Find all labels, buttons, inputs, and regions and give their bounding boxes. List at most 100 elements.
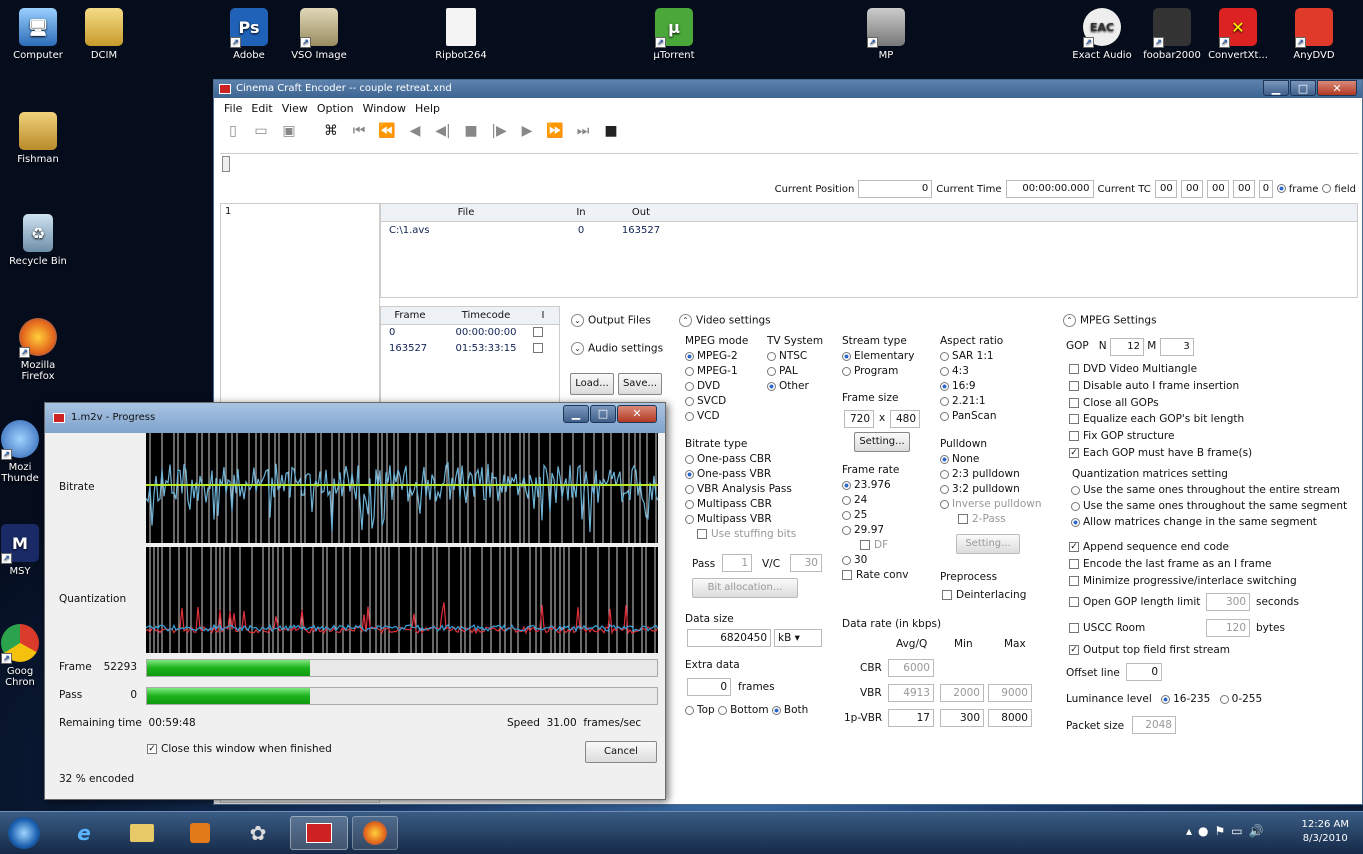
cce-titlebar[interactable]: Cinema Craft Encoder -- couple retreat.x…: [214, 80, 1362, 98]
timeline-slider[interactable]: [220, 153, 1358, 173]
minimize-button[interactable]: ▁: [563, 405, 589, 423]
onep-max-field[interactable]: 8000: [988, 709, 1032, 727]
pulldown-setting-button[interactable]: Setting...: [956, 534, 1020, 554]
clock[interactable]: 12:26 AM 8/3/2010: [1302, 818, 1349, 846]
vbr-min-field[interactable]: 2000: [940, 684, 984, 702]
menu-option[interactable]: Option: [317, 102, 354, 115]
gop-n-field[interactable]: 12: [1109, 338, 1144, 356]
frame-width-field[interactable]: 720: [844, 410, 874, 428]
menu-edit[interactable]: Edit: [251, 102, 272, 115]
go-start-icon[interactable]: ⏮: [348, 120, 370, 142]
cbr-avg-field[interactable]: 6000: [888, 659, 934, 677]
uscc-room-field[interactable]: 120: [1206, 619, 1250, 637]
table-row[interactable]: 163527 01:53:33:15: [381, 341, 559, 357]
action-center-flag-icon[interactable]: ⚑: [1215, 824, 1232, 838]
luminance-0-255-radio[interactable]: 0-255: [1214, 693, 1262, 705]
gop-m-field[interactable]: 3: [1159, 338, 1194, 356]
show-hidden-icons-icon[interactable]: ▴: [1186, 824, 1198, 838]
video-settings-toggle[interactable]: ⌃ Video settings: [679, 314, 771, 327]
desktop-icon-utorrent[interactable]: µ ↗ µTorrent: [636, 8, 712, 61]
col-in[interactable]: In: [551, 204, 611, 221]
open-folder-icon[interactable]: ▭: [250, 120, 272, 142]
maximize-button[interactable]: □: [590, 405, 616, 423]
menu-window[interactable]: Window: [363, 102, 406, 115]
tc-hours[interactable]: 00: [1154, 180, 1177, 198]
close-button[interactable]: ✕: [1317, 80, 1357, 96]
col-out[interactable]: Out: [611, 204, 671, 221]
volume-icon[interactable]: 🔊: [1249, 824, 1270, 838]
table-row[interactable]: C:\1.avs 0 163527: [381, 222, 1357, 240]
new-file-icon[interactable]: ▯: [222, 120, 244, 142]
go-end-icon[interactable]: ⏭: [572, 120, 594, 142]
encode-icon[interactable]: ⌘: [320, 120, 342, 142]
desktop-icon-ripbot[interactable]: Ripbot264: [423, 8, 499, 61]
step-back-icon[interactable]: ◀|: [432, 120, 454, 142]
desktop-icon-mp[interactable]: ↗ MP: [848, 8, 924, 61]
data-size-field[interactable]: 6820450: [687, 629, 771, 647]
output-files-toggle[interactable]: ⌄ Output Files: [571, 314, 651, 327]
desktop-icon-dcim[interactable]: DCIM: [66, 8, 142, 61]
load-button[interactable]: Load...: [570, 373, 614, 395]
taskbar-explorer[interactable]: [116, 816, 168, 850]
start-button[interactable]: [4, 816, 44, 850]
frame-radio[interactable]: frame: [1276, 184, 1318, 195]
current-position-field[interactable]: 0: [858, 180, 933, 198]
tc-minutes[interactable]: 00: [1180, 180, 1203, 198]
audio-settings-toggle[interactable]: ⌄ Audio settings: [571, 342, 663, 355]
minimize-button[interactable]: ▁: [1263, 80, 1289, 96]
bottom-radio[interactable]: Bottom: [718, 704, 769, 716]
menu-help[interactable]: Help: [415, 102, 440, 115]
taskbar-app[interactable]: ✿: [232, 816, 284, 850]
desktop-icon-firefox[interactable]: ↗ Mozilla Firefox: [0, 318, 76, 382]
maximize-button[interactable]: □: [1290, 80, 1316, 96]
timeline-thumb[interactable]: [222, 156, 230, 172]
top-field-first-checkbox[interactable]: ✓ Output top field first stream: [1069, 644, 1230, 656]
mpeg-settings-toggle[interactable]: ⌃ MPEG Settings: [1063, 314, 1157, 327]
col-file[interactable]: File: [381, 204, 551, 221]
taskbar-cce[interactable]: [290, 816, 348, 850]
desktop-icon-fishman[interactable]: Fishman: [0, 112, 76, 165]
taskbar-media-player[interactable]: [174, 816, 226, 850]
fast-forward-icon[interactable]: ⏩: [544, 120, 566, 142]
desktop-icon-eac[interactable]: EAC ↗ Exact Audio: [1064, 8, 1140, 61]
tc-field[interactable]: 0: [1258, 180, 1273, 198]
both-radio[interactable]: Both: [771, 704, 808, 716]
extra-data-field[interactable]: 0: [687, 678, 731, 696]
tc-frames[interactable]: 00: [1232, 180, 1255, 198]
tray-app-icon[interactable]: ●: [1198, 824, 1214, 838]
frame-size-setting-button[interactable]: Setting...: [854, 432, 910, 452]
close-when-finished-checkbox[interactable]: ✓ Close this window when finished: [147, 743, 332, 755]
packet-size-field[interactable]: 2048: [1132, 716, 1176, 734]
taskbar-firefox[interactable]: [352, 816, 398, 850]
vc-field[interactable]: 30: [790, 554, 822, 572]
desktop-icon-foobar[interactable]: ↗ foobar2000: [1134, 8, 1210, 61]
onep-min-field[interactable]: 300: [940, 709, 984, 727]
menu-file[interactable]: File: [224, 102, 242, 115]
taskbar-ie[interactable]: e: [58, 816, 110, 850]
uscc-room-checkbox[interactable]: USCC Room: [1069, 622, 1145, 634]
unit-select[interactable]: kB ▾: [774, 629, 822, 647]
network-icon[interactable]: ▭: [1231, 824, 1248, 838]
menu-view[interactable]: View: [282, 102, 308, 115]
desktop-icon-anydvd[interactable]: ↗ AnyDVD: [1276, 8, 1352, 61]
progress-titlebar[interactable]: 1.m2v - Progress ▁ □ ✕: [45, 403, 665, 433]
onep-avg-field[interactable]: 17: [888, 709, 934, 727]
bit-allocation-button[interactable]: Bit allocation...: [692, 578, 798, 598]
frame-height-field[interactable]: 480: [890, 410, 920, 428]
open-gop-limit-field[interactable]: 300: [1206, 593, 1250, 611]
deinterlacing-checkbox[interactable]: Deinterlacing: [942, 589, 1026, 601]
stop-icon[interactable]: ■: [460, 120, 482, 142]
desktop-icon-recycle-bin[interactable]: ♻ Recycle Bin: [0, 214, 76, 267]
pass-field[interactable]: 1: [722, 554, 752, 572]
desktop-icon-convertx[interactable]: ✕ ↗ ConvertXt...: [1200, 8, 1276, 61]
save-button[interactable]: Save...: [618, 373, 662, 395]
desktop-icon-computer[interactable]: 🖥 Computer: [0, 8, 76, 61]
play-icon[interactable]: ▶: [516, 120, 538, 142]
tc-seconds[interactable]: 00: [1206, 180, 1229, 198]
desktop-icon-adobe[interactable]: Ps ↗ Adobe: [211, 8, 287, 61]
luminance-16-235-radio[interactable]: 16-235: [1155, 693, 1210, 705]
save-icon[interactable]: ▣: [278, 120, 300, 142]
rewind-icon[interactable]: ◀: [404, 120, 426, 142]
top-radio[interactable]: Top: [685, 704, 715, 716]
vbr-avg-field[interactable]: 4913: [888, 684, 934, 702]
